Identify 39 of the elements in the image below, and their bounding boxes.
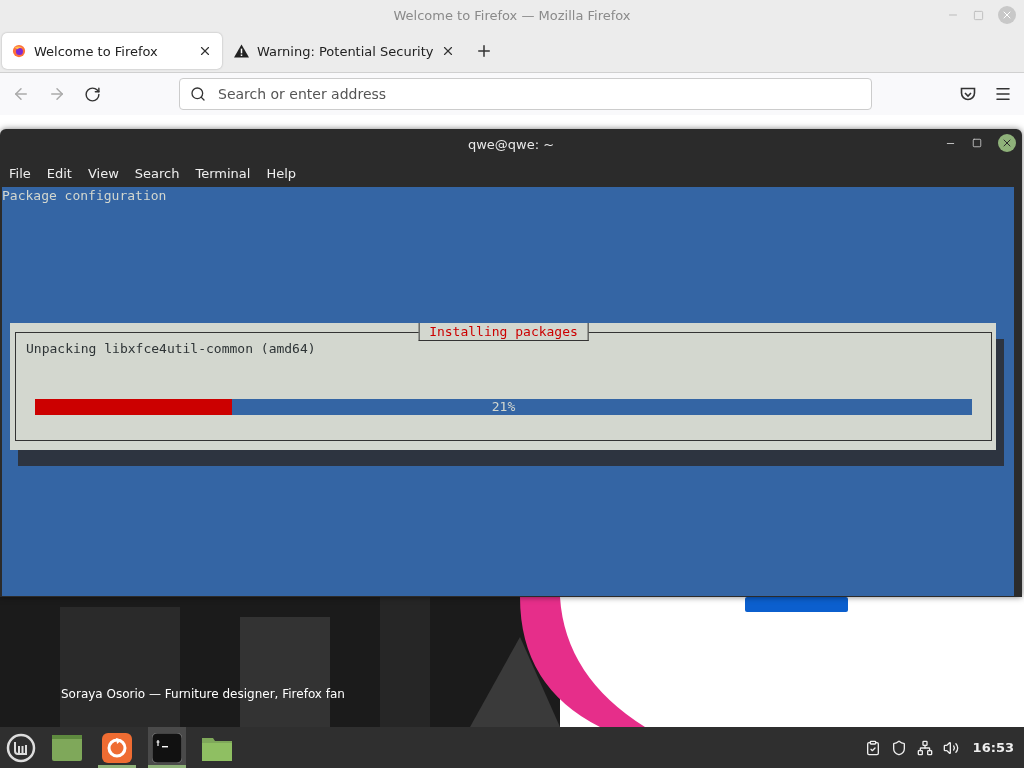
window-title: Welcome to Firefox — Mozilla Firefox [393, 7, 631, 23]
search-icon [190, 86, 206, 102]
maximize-icon[interactable] [972, 138, 982, 148]
firefox-refresh-icon [102, 732, 132, 763]
terminal-title: qwe@qwe: ~ [467, 136, 555, 152]
close-button[interactable] [998, 134, 1016, 152]
address-bar[interactable]: Search or enter address [179, 78, 872, 110]
menu-item[interactable]: File [3, 165, 37, 181]
menu-item[interactable]: Search [128, 165, 186, 181]
network-icon[interactable] [916, 739, 933, 756]
warning-icon [234, 44, 249, 58]
close-icon [1001, 9, 1013, 21]
terminal-icon [152, 732, 182, 763]
menu-item[interactable]: View [81, 165, 125, 181]
volume-icon[interactable] [942, 739, 959, 756]
menu-item[interactable]: Help [260, 165, 303, 181]
status-message: Unpacking libxfce4util-common (amd64) [26, 341, 317, 356]
pocket-icon[interactable] [960, 86, 976, 102]
menu-icon[interactable] [994, 85, 1012, 103]
tab-title: Warning: Potential Security [257, 43, 434, 59]
menu-item[interactable]: Edit [40, 165, 78, 181]
browser-tab[interactable]: Warning: Potential Security [224, 33, 466, 69]
photo-caption: Soraya Osorio — Furniture designer, Firefox fan [61, 687, 345, 701]
close-icon [1001, 137, 1013, 149]
close-icon[interactable] [198, 44, 212, 58]
menu-item[interactable]: Terminal [189, 165, 257, 181]
menu-logo-icon[interactable] [6, 732, 36, 763]
firefox-icon [12, 44, 26, 58]
reload-icon[interactable] [84, 85, 101, 103]
clipboard-icon[interactable] [864, 739, 881, 756]
desktop-icon [52, 734, 82, 761]
taskbar-app[interactable] [148, 727, 186, 768]
progress-reading: 21% [491, 399, 516, 415]
tab-title: Welcome to Firefox [34, 43, 159, 59]
dialog-title: Installing packages [418, 323, 589, 341]
shield-icon[interactable] [890, 739, 907, 756]
clock: 16:53 [972, 740, 1014, 755]
browser-tab[interactable]: Welcome to Firefox [2, 33, 222, 69]
screen-header: Package configuration [2, 187, 168, 205]
